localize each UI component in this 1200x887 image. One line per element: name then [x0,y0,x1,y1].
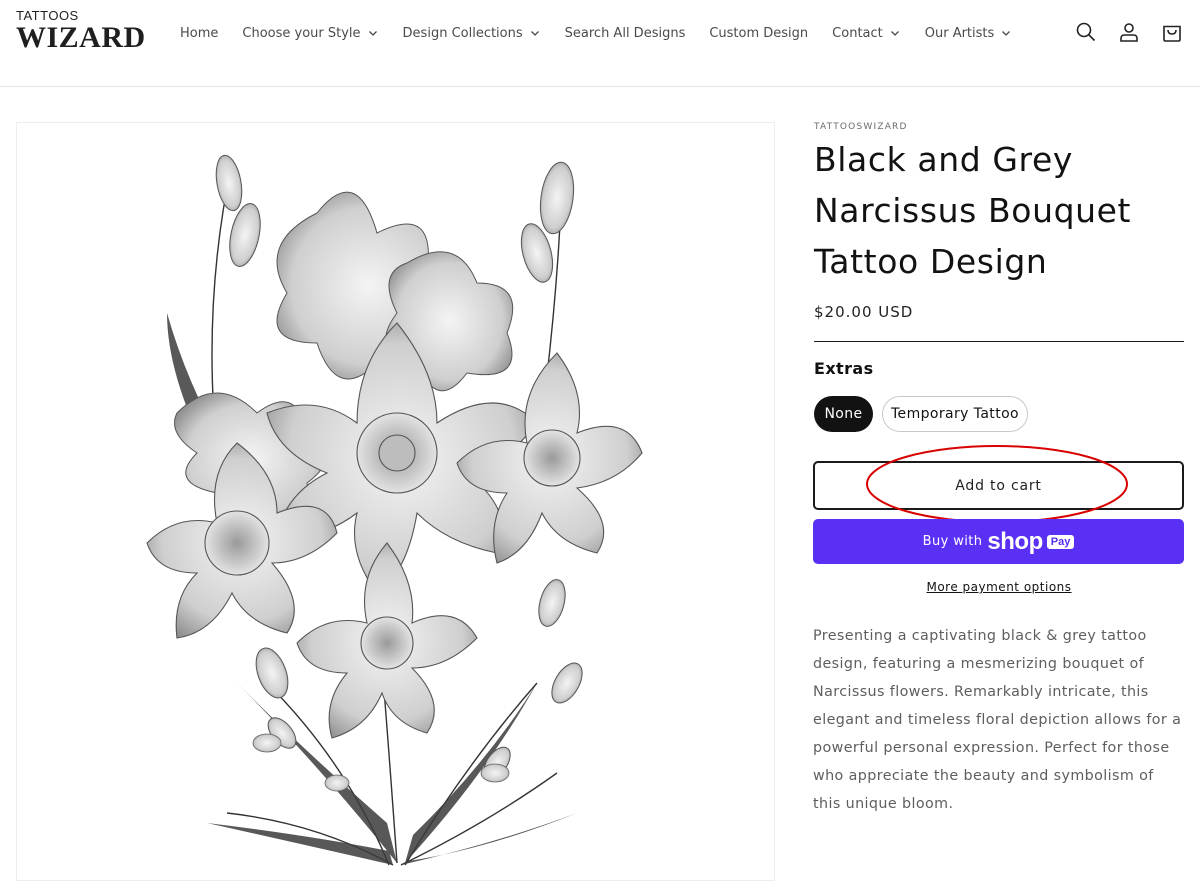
narcissus-bouquet-illustration [146,154,643,866]
buy-with-label: Buy with [922,534,983,549]
chevron-down-icon [1002,31,1011,36]
product-price: $20.00 USD [814,303,914,321]
buy-with-shop-pay-button[interactable]: Buy with shop Pay [813,519,1184,564]
nav-item-label: Custom Design [709,25,809,41]
nav-item-label: Home [180,25,219,41]
nav-item-label: Design Collections [402,25,523,41]
main-nav: Home Choose your Style Design Collection… [168,22,1024,44]
nav-item-custom-design[interactable]: Custom Design [697,26,820,41]
chevron-down-icon [368,31,377,36]
shop-logo: shop [987,527,1043,555]
add-to-cart-button[interactable]: Add to cart [813,461,1184,510]
nav-item-design-collections[interactable]: Design Collections [391,26,553,41]
product-image[interactable] [16,122,775,881]
nav-item-our-artists[interactable]: Our Artists [913,26,1025,41]
nav-item-label: Choose your Style [242,25,361,41]
nav-item-choose-your-style[interactable]: Choose your Style [230,26,390,41]
nav-item-search-all-designs[interactable]: Search All Designs [553,26,698,41]
nav-item-home[interactable]: Home [168,26,230,41]
search-icon[interactable] [1072,18,1100,46]
more-payment-options-link[interactable]: More payment options [814,580,1184,594]
account-icon[interactable] [1115,18,1143,46]
pay-badge: Pay [1046,534,1075,549]
product-title: Black and Grey Narcissus Bouquet Tattoo … [814,140,1132,281]
chevron-down-icon [530,31,539,36]
brand-logo-main: WIZARD [16,21,146,54]
product-description: Presenting a captivating black & grey ta… [813,628,1182,812]
site-header: TATTOOS WIZARD Home Choose your Style De… [0,0,1200,87]
divider [814,341,1184,342]
nav-item-label: Our Artists [924,25,995,41]
cart-icon[interactable] [1158,18,1186,46]
brand-logo[interactable]: TATTOOS WIZARD [16,8,146,58]
option-none[interactable]: None [814,396,873,432]
option-temporary-tattoo[interactable]: Temporary Tattoo [882,396,1028,432]
extras-label: Extras [814,359,874,378]
nav-item-label: Contact [832,25,883,41]
header-icons [1057,18,1186,46]
nav-item-label: Search All Designs [564,25,686,41]
chevron-down-icon [890,31,899,36]
product-vendor: TATTOOSWIZARD [814,122,908,132]
nav-item-contact[interactable]: Contact [820,26,913,41]
